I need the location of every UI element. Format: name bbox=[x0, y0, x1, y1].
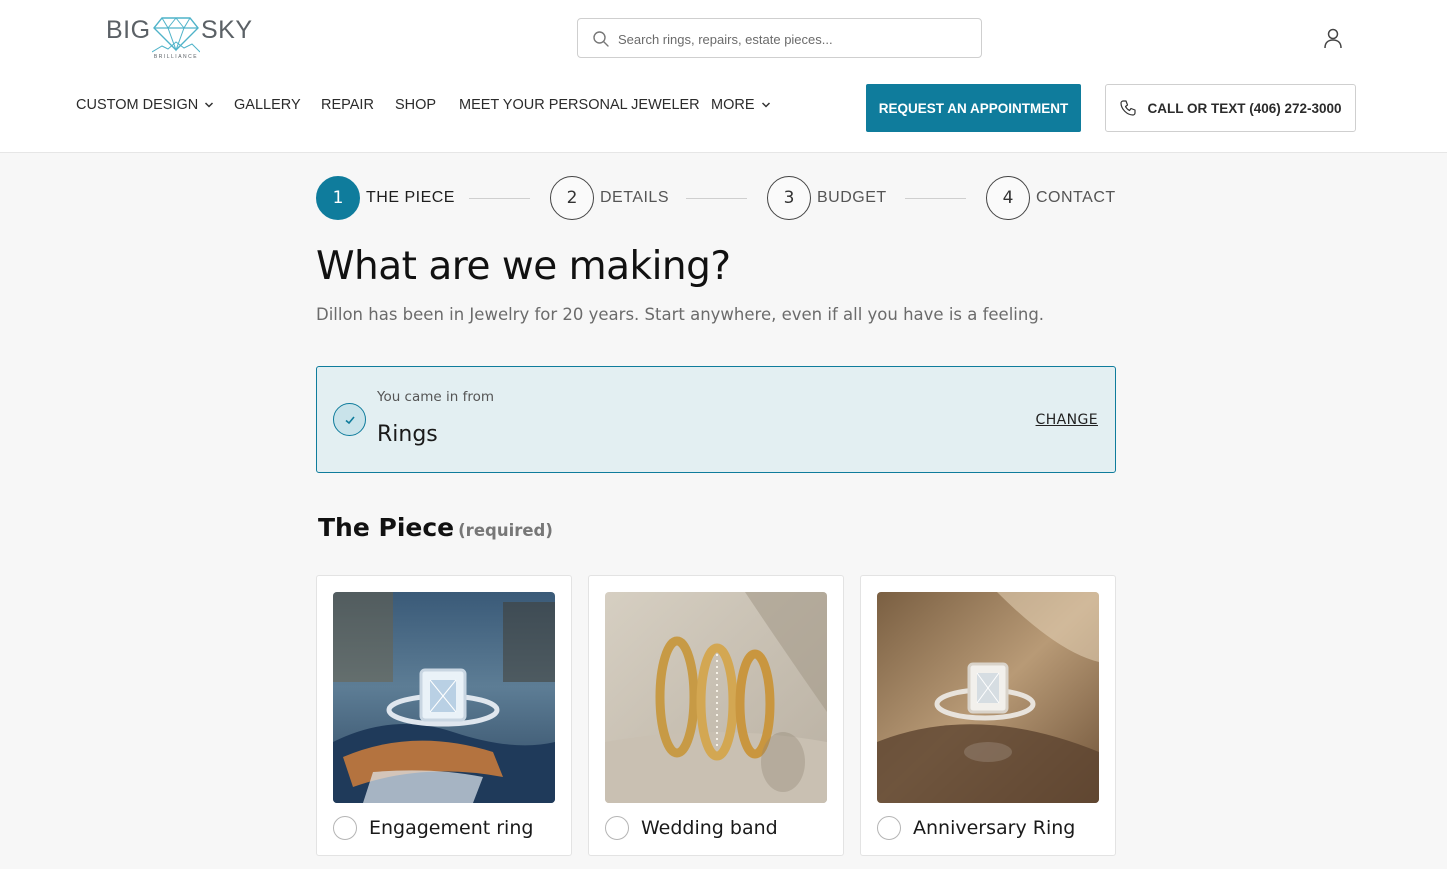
step-number: 4 bbox=[986, 176, 1030, 220]
section-title-text: The Piece bbox=[318, 513, 455, 542]
site-header: BIG SKY BRILLIANCE CUSTOM DESIGN GALLERY bbox=[0, 0, 1447, 153]
page-subtitle: Dillon has been in Jewelry for 20 years.… bbox=[316, 305, 1045, 324]
option-radio[interactable] bbox=[333, 816, 357, 840]
option-label: Engagement ring bbox=[369, 817, 534, 839]
option-label: Anniversary Ring bbox=[913, 817, 1076, 839]
engagement-ring-photo bbox=[333, 592, 555, 803]
step-connector bbox=[686, 198, 747, 199]
chevron-down-icon bbox=[205, 102, 214, 108]
brand-logo[interactable]: BIG SKY BRILLIANCE bbox=[106, 14, 253, 62]
step-number: 1 bbox=[316, 176, 360, 220]
option-card-anniversary-ring[interactable]: Anniversary Ring bbox=[860, 575, 1116, 856]
anniversary-ring-image bbox=[877, 592, 1099, 803]
engagement-ring-image bbox=[333, 592, 555, 803]
origin-value: Rings bbox=[377, 422, 438, 447]
user-account-icon[interactable] bbox=[1321, 26, 1345, 50]
search-icon bbox=[593, 31, 609, 47]
step-budget[interactable]: 3 BUDGET bbox=[767, 176, 887, 220]
option-radio[interactable] bbox=[877, 816, 901, 840]
required-note: (required) bbox=[458, 521, 553, 540]
step-connector bbox=[469, 198, 530, 199]
search-input[interactable] bbox=[618, 27, 968, 51]
step-label: BUDGET bbox=[817, 189, 887, 206]
request-appointment-button[interactable]: REQUEST AN APPOINTMENT bbox=[866, 84, 1081, 132]
section-title: The Piece (required) bbox=[318, 513, 553, 542]
logo-word-left: BIG bbox=[106, 16, 151, 44]
nav-gallery[interactable]: GALLERY bbox=[234, 97, 301, 113]
logo-tagline: BRILLIANCE bbox=[153, 54, 199, 60]
change-origin-link[interactable]: CHANGE bbox=[1036, 412, 1098, 428]
diamond-icon bbox=[152, 17, 200, 53]
nav-label: GALLERY bbox=[234, 97, 301, 113]
nav-shop[interactable]: SHOP bbox=[395, 97, 436, 113]
step-number: 2 bbox=[550, 176, 594, 220]
nav-label: CUSTOM DESIGN bbox=[76, 97, 199, 113]
nav-label: MORE bbox=[711, 97, 755, 113]
nav-custom-design[interactable]: CUSTOM DESIGN bbox=[76, 97, 214, 113]
page-title: What are we making? bbox=[316, 244, 731, 289]
nav-repair[interactable]: REPAIR bbox=[321, 97, 374, 113]
nav-label: MEET YOUR PERSONAL JEWELER bbox=[459, 97, 700, 113]
chevron-down-icon bbox=[761, 102, 770, 108]
option-card-engagement-ring[interactable]: Engagement ring bbox=[316, 575, 572, 856]
step-label: THE PIECE bbox=[366, 189, 455, 206]
nav-label: SHOP bbox=[395, 97, 437, 113]
nav-label: REPAIR bbox=[321, 97, 374, 113]
step-connector bbox=[905, 198, 966, 199]
option-label: Wedding band bbox=[641, 817, 778, 839]
nav-meet-jeweler[interactable]: MEET YOUR PERSONAL JEWELER bbox=[459, 97, 700, 113]
step-number: 3 bbox=[767, 176, 811, 220]
search-bar[interactable] bbox=[577, 18, 982, 58]
wedding-band-image bbox=[605, 592, 827, 803]
step-label: CONTACT bbox=[1036, 189, 1116, 206]
call-or-text-button[interactable]: CALL OR TEXT (406) 272-3000 bbox=[1105, 84, 1356, 132]
wedding-band-photo bbox=[605, 592, 827, 803]
origin-label: You came in from bbox=[377, 389, 495, 405]
anniversary-ring-photo bbox=[877, 592, 1099, 803]
step-contact[interactable]: 4 CONTACT bbox=[986, 176, 1116, 220]
logo-word-right: SKY bbox=[201, 16, 253, 44]
option-radio[interactable] bbox=[605, 816, 629, 840]
step-details[interactable]: 2 DETAILS bbox=[550, 176, 669, 220]
phone-icon bbox=[1120, 100, 1137, 116]
step-the-piece[interactable]: 1 THE PIECE bbox=[316, 176, 455, 220]
option-card-wedding-band[interactable]: Wedding band bbox=[588, 575, 844, 856]
step-label: DETAILS bbox=[600, 189, 669, 206]
nav-more[interactable]: MORE bbox=[711, 97, 771, 113]
check-circle-icon bbox=[333, 403, 366, 436]
call-label: CALL OR TEXT (406) 272-3000 bbox=[1147, 100, 1342, 116]
check-icon bbox=[344, 415, 355, 424]
origin-banner: You came in from Rings CHANGE bbox=[316, 366, 1116, 473]
